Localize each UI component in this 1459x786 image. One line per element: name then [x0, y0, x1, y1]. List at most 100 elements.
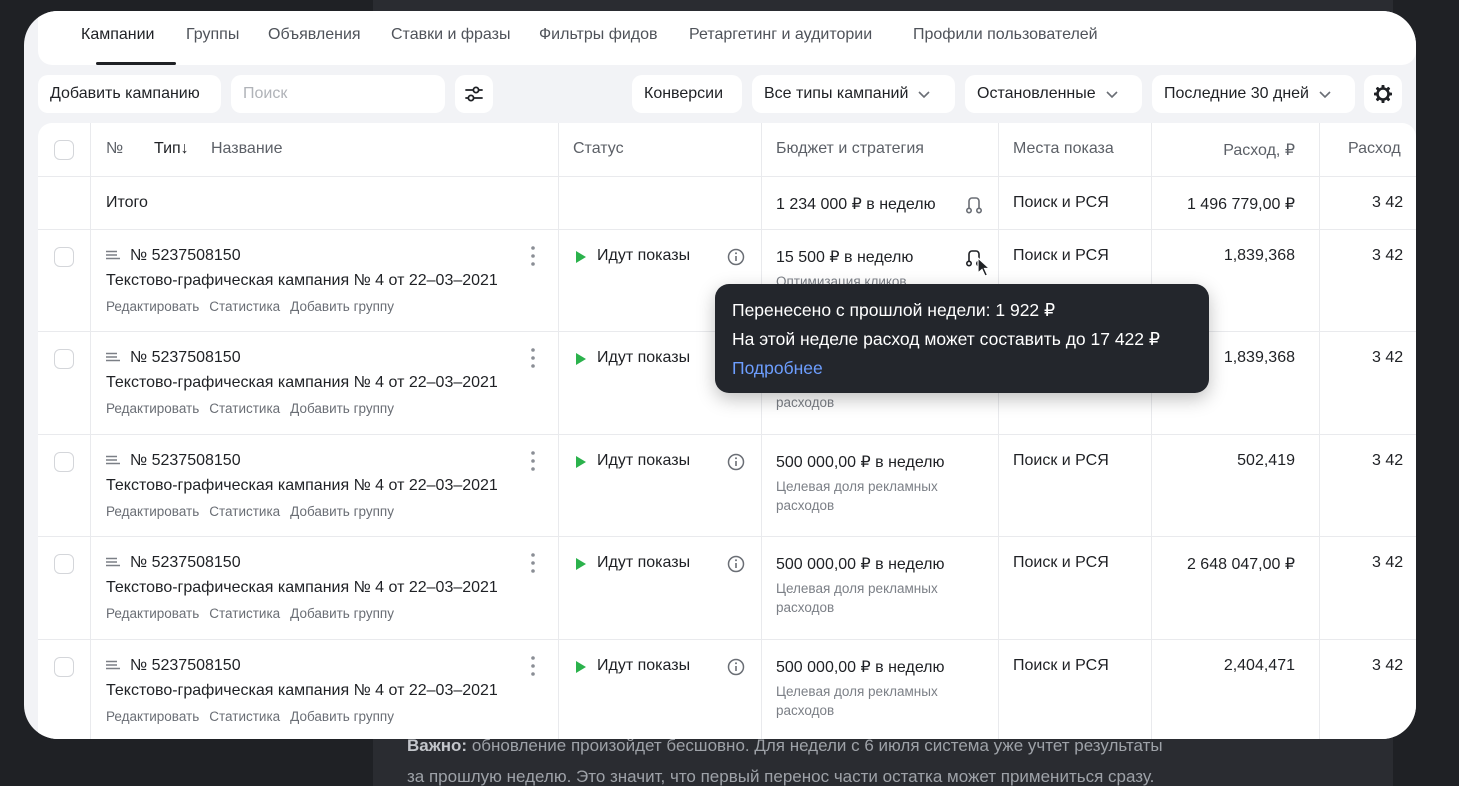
column-divider — [1319, 123, 1320, 739]
column-divider — [998, 123, 999, 739]
row-divider — [38, 176, 1416, 177]
row-actions: Редактировать Статистика Добавить группу — [106, 504, 404, 519]
row-checkbox[interactable] — [54, 247, 74, 267]
column-divider — [1151, 123, 1152, 739]
statistics-link[interactable]: Статистика — [209, 401, 280, 416]
tooltip-max-spend-text: На этой неделе расход может составить до… — [732, 329, 1161, 349]
select-all-checkbox[interactable] — [54, 140, 74, 160]
budget-value: 500 000,00 ₽ в неделю — [776, 659, 945, 676]
edit-link[interactable]: Редактировать — [106, 401, 199, 416]
header-placements[interactable]: Места показа — [1013, 140, 1114, 158]
campaign-name[interactable]: Текстово-графическая кампания № 4 от 22–… — [106, 579, 498, 597]
info-icon[interactable] — [727, 658, 745, 676]
campaign-name[interactable]: Текстово-графическая кампания № 4 от 22–… — [106, 682, 498, 700]
campaign-name[interactable]: Текстово-графическая кампания № 4 от 22–… — [106, 477, 498, 495]
column-divider — [90, 123, 91, 739]
campaigns-card: Кампании Группы Объявления Ставки и фраз… — [24, 11, 1416, 739]
tab-campaigns[interactable]: Кампании — [81, 26, 155, 44]
play-icon — [576, 456, 586, 468]
campaign-types-label: Все типы кампаний — [764, 85, 909, 102]
more-vertical-icon[interactable] — [526, 655, 540, 677]
campaign-name[interactable]: Текстово-графическая кампания № 4 от 22–… — [106, 374, 498, 392]
spend-value: 1,839,368 — [1223, 247, 1295, 264]
header-spend[interactable]: Расход, ₽ — [1168, 140, 1295, 160]
statistics-link[interactable]: Статистика — [209, 709, 280, 724]
more-vertical-icon[interactable] — [526, 552, 540, 574]
header-budget[interactable]: Бюджет и стратегия — [776, 140, 924, 158]
add-group-link[interactable]: Добавить группу — [290, 504, 394, 519]
status-text: Идут показы — [597, 452, 691, 469]
total-budget: 1 234 000 ₽ в неделю — [776, 196, 936, 213]
status-filter-select[interactable]: Остановленные — [965, 75, 1142, 113]
more-vertical-icon[interactable] — [526, 245, 540, 267]
active-tab-indicator — [96, 62, 176, 65]
add-group-link[interactable]: Добавить группу — [290, 709, 394, 724]
search-input[interactable] — [231, 75, 445, 113]
row-divider — [38, 639, 1416, 640]
edit-link[interactable]: Редактировать — [106, 606, 199, 621]
total-spend-2: 3 42 — [1372, 194, 1404, 211]
chevron-down-icon — [1106, 91, 1118, 99]
spend-value: 502,419 — [1237, 452, 1295, 469]
text-campaign-icon — [106, 557, 120, 567]
add-group-link[interactable]: Добавить группу — [290, 299, 394, 314]
tab-user-profiles[interactable]: Профили пользователей — [913, 26, 1098, 44]
info-icon[interactable] — [727, 555, 745, 573]
total-placements: Поиск и РСЯ — [1013, 194, 1109, 211]
conversions-button[interactable]: Конверсии — [632, 75, 742, 113]
spend-value-2: 3 42 — [1372, 657, 1404, 674]
placements-value: Поиск и РСЯ — [1013, 452, 1109, 469]
info-icon[interactable] — [727, 248, 745, 266]
header-status[interactable]: Статус — [573, 140, 624, 158]
play-icon — [576, 661, 586, 673]
row-divider — [38, 434, 1416, 435]
header-spend-2[interactable]: Расход — [1348, 140, 1401, 158]
statistics-link[interactable]: Статистика — [209, 606, 280, 621]
edit-link[interactable]: Редактировать — [106, 504, 199, 519]
tab-ads[interactable]: Объявления — [268, 26, 361, 44]
chevron-down-icon — [918, 91, 930, 99]
strategy-text-2: расходов — [776, 703, 835, 718]
tab-groups[interactable]: Группы — [186, 26, 239, 44]
budget-tooltip: Перенесено с прошлой недели: 1 922 ₽ На … — [715, 284, 1209, 393]
edit-link[interactable]: Редактировать — [106, 709, 199, 724]
period-select[interactable]: Последние 30 дней — [1152, 75, 1355, 113]
strategy-text: Целевая доля рекламных — [776, 581, 938, 596]
edit-link[interactable]: Редактировать — [106, 299, 199, 314]
statistics-link[interactable]: Статистика — [209, 504, 280, 519]
row-divider — [38, 536, 1416, 537]
mouse-cursor-icon — [977, 257, 991, 277]
spend-value: 2,404,471 — [1223, 657, 1295, 674]
add-group-link[interactable]: Добавить группу — [290, 606, 394, 621]
tab-bids-phrases[interactable]: Ставки и фразы — [391, 26, 510, 44]
statistics-link[interactable]: Статистика — [209, 299, 280, 314]
more-vertical-icon[interactable] — [526, 450, 540, 472]
header-number[interactable]: № — [106, 140, 123, 158]
text-campaign-icon — [106, 352, 120, 362]
campaign-name[interactable]: Текстово-графическая кампания № 4 от 22–… — [106, 272, 498, 290]
header-name[interactable]: Название — [211, 140, 283, 158]
header-type-sort[interactable]: Тип↓ — [154, 140, 189, 158]
budget-value: 500 000,00 ₽ в неделю — [776, 556, 945, 573]
status-text: Идут показы — [597, 657, 691, 674]
settings-button[interactable] — [1364, 75, 1402, 113]
tab-retargeting[interactable]: Ретаргетинг и аудитории — [689, 26, 872, 44]
campaign-number: № 5237508150 — [130, 452, 241, 469]
filter-settings-button[interactable] — [455, 75, 493, 113]
campaign-types-select[interactable]: Все типы кампаний — [752, 75, 955, 113]
row-checkbox[interactable] — [54, 657, 74, 677]
row-actions: Редактировать Статистика Добавить группу — [106, 299, 404, 314]
campaign-number: № 5237508150 — [130, 554, 241, 571]
tooltip-more-link[interactable]: Подробнее — [732, 354, 1192, 383]
placements-value: Поиск и РСЯ — [1013, 554, 1109, 571]
row-checkbox[interactable] — [54, 452, 74, 472]
add-campaign-button[interactable]: Добавить кампанию — [38, 75, 221, 113]
more-vertical-icon[interactable] — [526, 347, 540, 369]
row-checkbox[interactable] — [54, 554, 74, 574]
strategy-text-2: расходов — [776, 600, 835, 615]
strategy-icon[interactable] — [964, 195, 984, 215]
add-group-link[interactable]: Добавить группу — [290, 401, 394, 416]
info-icon[interactable] — [727, 453, 745, 471]
row-checkbox[interactable] — [54, 349, 74, 369]
tab-feed-filters[interactable]: Фильтры фидов — [539, 26, 658, 44]
